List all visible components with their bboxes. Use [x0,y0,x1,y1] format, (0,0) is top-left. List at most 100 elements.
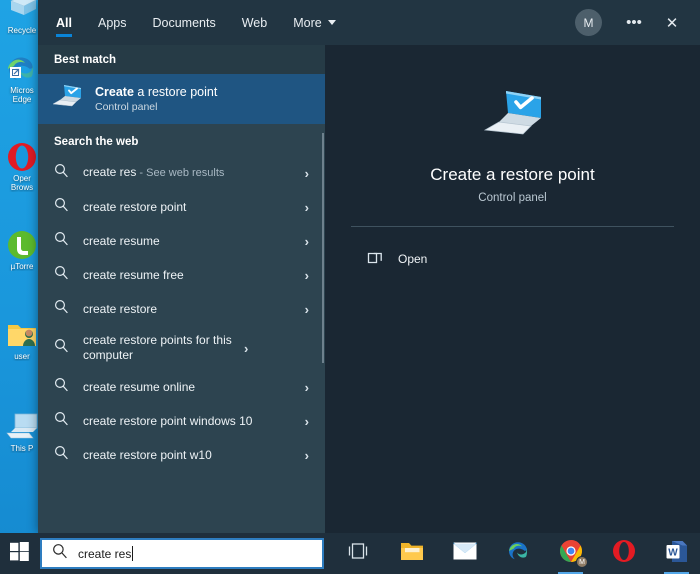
restore-point-icon [52,84,82,115]
tab-web[interactable]: Web [242,0,267,45]
list-item-label: create res - See web results [69,165,305,181]
chevron-right-icon: › [304,199,309,215]
tab-label: All [56,15,72,30]
avatar-initial: M [583,15,594,30]
open-label: Open [398,252,428,266]
google-chrome-button[interactable]: M [550,533,591,574]
start-button[interactable] [0,533,38,574]
search-icon [54,338,69,358]
header-actions: M ••• ✕ [575,0,690,45]
list-item[interactable]: create restore point windows 10 › [38,404,325,438]
search-icon [52,543,68,564]
list-item[interactable]: create resume free › [38,258,325,292]
search-input-value: create res [78,546,132,561]
list-item-label: create restore [83,301,158,316]
search-flyout: All Apps Documents Web More M ••• ✕ Best… [38,0,700,533]
results-panel: Best match Create a restore point Contro… [38,45,325,533]
list-item-label: create resume free [83,267,184,282]
open-external-icon [367,249,383,270]
list-item-label: create restore point [83,199,187,214]
tab-apps[interactable]: Apps [98,0,127,45]
best-match-text: Create a restore point Control panel [95,85,217,114]
chrome-profile-badge: M [576,556,588,568]
tab-label: Documents [152,15,216,30]
best-match-row[interactable]: Create a restore point Control panel [38,74,325,124]
search-body: Best match Create a restore point Contro… [38,45,700,533]
see-web-results-suffix: - See web results [136,167,225,179]
list-item[interactable]: create restore point › [38,190,325,224]
ellipsis-icon: ••• [626,14,642,31]
chevron-right-icon: › [304,379,309,395]
scrollbar-thumb[interactable] [322,133,324,363]
tab-label: More [293,15,322,30]
search-icon [54,197,69,217]
microsoft-edge-button[interactable] [497,533,538,574]
chevron-right-icon: › [244,340,249,356]
chevron-right-icon: › [304,447,309,463]
file-explorer-button[interactable] [391,533,432,574]
list-item-label: create restore points for this computer [83,333,232,362]
windows-logo-icon [9,541,29,566]
opera-button[interactable] [603,533,644,574]
tab-label: Web [241,15,268,30]
query-text: create res [83,165,137,179]
preview-subtitle: Control panel [478,192,547,204]
list-item[interactable]: create res - See web results › [38,156,325,190]
best-match-title-bold: Create [95,84,134,99]
preview-panel: Create a restore point Control panel Ope… [325,45,700,533]
opera-icon [612,539,636,568]
task-view-button[interactable] [338,533,379,574]
tab-label: Apps [97,15,127,30]
search-icon [54,163,69,183]
chevron-right-icon: › [304,233,309,249]
search-icon [54,411,69,431]
chevron-right-icon: › [304,165,309,181]
chevron-right-icon: › [304,267,309,283]
file-explorer-icon [400,541,424,567]
preview-divider [351,226,674,227]
microsoft-edge-icon [506,539,530,568]
search-icon [54,231,69,251]
open-action[interactable]: Open [351,239,674,279]
text-cursor [132,546,134,561]
list-item[interactable]: create restore points for this computer … [38,326,325,370]
close-icon: ✕ [665,14,679,32]
restore-point-icon [482,89,544,148]
search-header: All Apps Documents Web More M ••• ✕ [38,0,700,45]
chevron-right-icon: › [304,413,309,429]
best-match-subtitle: Control panel [95,100,158,113]
close-button[interactable]: ✕ [654,0,690,45]
microsoft-word-icon: W [666,540,688,568]
list-item[interactable]: create restore › [38,292,325,326]
list-item[interactable]: create resume online › [38,370,325,404]
list-item[interactable]: create resume › [38,224,325,258]
preview-title: Create a restore point [430,165,595,184]
list-item-label: create restore point windows 10 [83,413,253,428]
best-match-title-rest: a restore point [133,84,218,99]
tab-more[interactable]: More [293,0,336,45]
best-match-title: Create a restore point [95,85,217,100]
tab-documents[interactable]: Documents [152,0,215,45]
task-view-icon [348,542,370,565]
avatar[interactable]: M [575,9,602,36]
mail-icon [453,542,477,565]
best-match-heading: Best match [38,45,325,74]
mail-button[interactable] [444,533,485,574]
chevron-down-icon [327,20,336,25]
search-icon [54,445,69,465]
microsoft-word-button[interactable]: W [656,533,697,574]
list-item-label: create restore point w10 [83,447,212,462]
tab-all[interactable]: All [56,0,72,45]
list-item[interactable]: create restore point w10 › [38,438,325,472]
taskbar: create res M W [0,533,700,574]
results-scrollbar[interactable] [321,45,325,533]
list-item-label: create resume [83,233,160,248]
chevron-right-icon: › [304,301,309,317]
search-the-web-heading: Search the web [54,136,139,148]
search-icon [54,377,69,397]
search-icon [54,265,69,285]
svg-text:W: W [668,547,678,558]
taskbar-search-input[interactable]: create res [40,538,324,569]
search-icon [54,299,69,319]
more-options-button[interactable]: ••• [616,0,652,45]
